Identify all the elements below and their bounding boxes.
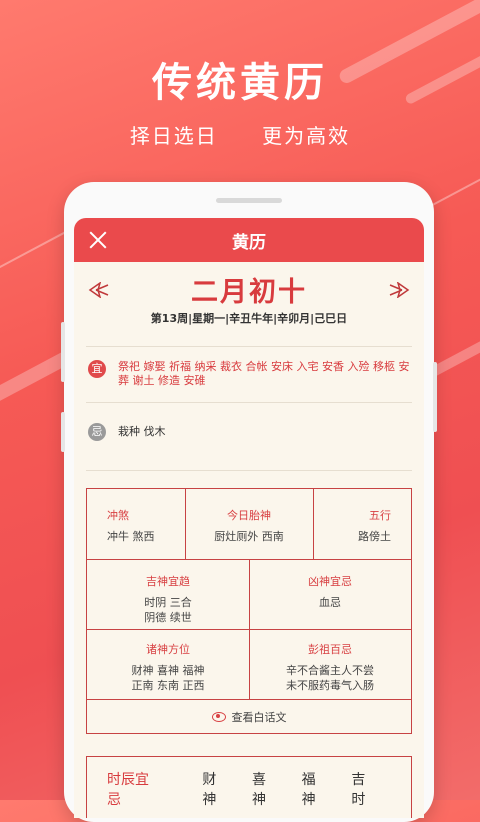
cell-value: 时阴 三合阴德 续世 (87, 595, 249, 625)
cell-header: 五行 (369, 509, 391, 522)
cell-wuxing: 五行 路傍土 (313, 507, 411, 544)
view-label: 查看白话文 (231, 711, 287, 724)
divider (86, 470, 412, 471)
cell-header: 冲煞 (107, 509, 129, 522)
lunar-date: 二月初十 (191, 277, 307, 308)
cell-value-line: 财神 喜神 福神 (131, 664, 205, 677)
hero-subtitle: 择日选日 更为高效 (0, 120, 480, 149)
cell-header: 今日胎神 (227, 509, 271, 522)
hero-sub-left: 择日选日 (129, 124, 218, 148)
cell-value: 辛不合酱主人不尝 未不服药毒气入肠 (249, 663, 411, 693)
phone-speaker (216, 198, 282, 203)
phone-side-button (433, 362, 437, 432)
shichen-panel: 时辰宜忌 财神 喜神 福神 吉时 (86, 756, 412, 818)
hero-title: 传统黄历 (152, 60, 328, 106)
cell-header: 吉神宜趋 (146, 575, 190, 588)
decor-line (0, 231, 66, 271)
close-icon[interactable] (86, 228, 110, 252)
yi-row: 宜 祭祀 嫁娶 祈福 纳采 裁衣 合帐 安床 入宅 安香 入殓 移柩 安葬 谢土… (88, 360, 412, 388)
cell-value: 血忌 (319, 596, 341, 609)
almanac-table: 冲煞 冲牛 煞西 今日胎神 厨灶厕外 西南 五行 路傍土 吉神宜趋 时阴 三合阴… (86, 488, 412, 734)
hero-sub-right: 更为高效 (262, 124, 351, 148)
cell-value-line: 未不服药毒气入肠 (286, 679, 374, 692)
view-vernacular-button[interactable]: 查看白话文 (87, 709, 411, 725)
date-row: 二月初十 (74, 262, 424, 310)
phone-frame: 黄历 二月初十 第13周|星期一|辛丑牛年|辛卯月|己巳日 宜 祭祀 嫁娶 祈福… (61, 182, 437, 822)
phone-side-button (61, 412, 65, 452)
shichen-col: 财神 (202, 772, 217, 808)
yi-text: 祭祀 嫁娶 祈福 纳采 裁衣 合帐 安床 入宅 安香 入殓 移柩 安葬 谢土 修… (118, 360, 410, 387)
cell-value-line: 阴德 续世 (144, 611, 192, 624)
app-screen: 黄历 二月初十 第13周|星期一|辛丑牛年|辛卯月|己巳日 宜 祭祀 嫁娶 祈福… (74, 218, 424, 818)
ji-row: 忌 栽种 伐木 (88, 423, 412, 441)
page-title: 黄历 (232, 232, 266, 253)
cell-value: 路傍土 (358, 530, 391, 543)
ji-text: 栽种 伐木 (118, 425, 166, 438)
cell-value-line: 正南 东南 正西 (131, 679, 205, 692)
cell-jishen: 吉神宜趋 时阴 三合阴德 续世 (87, 573, 249, 625)
cell-value: 财神 喜神 福神 正南 东南 正西 (87, 663, 249, 693)
cell-header: 彭祖百忌 (308, 643, 352, 656)
table-line (87, 699, 411, 700)
shichen-col: 吉时 (351, 772, 366, 808)
cell-value-line: 辛不合酱主人不尝 (286, 664, 374, 677)
cell-chongsha: 冲煞 冲牛 煞西 (87, 507, 185, 544)
cell-value-line: 时阴 三合 (144, 596, 192, 609)
divider (86, 402, 412, 403)
cell-taishen: 今日胎神 厨灶厕外 西南 (185, 507, 313, 544)
shichen-col: 喜神 (252, 772, 266, 808)
shichen-title: 时辰宜忌 (107, 772, 149, 808)
cell-header: 诸神方位 (146, 643, 190, 656)
eye-icon (211, 712, 226, 722)
app-header: 黄历 (74, 218, 424, 262)
cell-pengzu: 彭祖百忌 辛不合酱主人不尝 未不服药毒气入肠 (249, 641, 411, 693)
cell-zhushen: 诸神方位 财神 喜神 福神 正南 东南 正西 (87, 641, 249, 693)
cell-value: 厨灶厕外 西南 (214, 530, 284, 543)
shichen-col: 福神 (301, 772, 316, 808)
phone-side-button (61, 322, 65, 382)
cell-header: 凶神宜忌 (308, 575, 352, 588)
ji-badge: 忌 (88, 423, 106, 441)
divider (86, 346, 412, 347)
cell-value: 冲牛 煞西 (107, 530, 155, 543)
cell-xiongshen: 凶神宜忌 血忌 (249, 573, 411, 610)
shichen-header-row: 时辰宜忌 财神 喜神 福神 吉时 (107, 769, 401, 809)
next-day-arrow-icon[interactable] (388, 282, 410, 298)
yi-badge: 宜 (88, 360, 106, 378)
ganzhi-info: 第13周|星期一|辛丑牛年|辛卯月|己巳日 (150, 312, 348, 325)
